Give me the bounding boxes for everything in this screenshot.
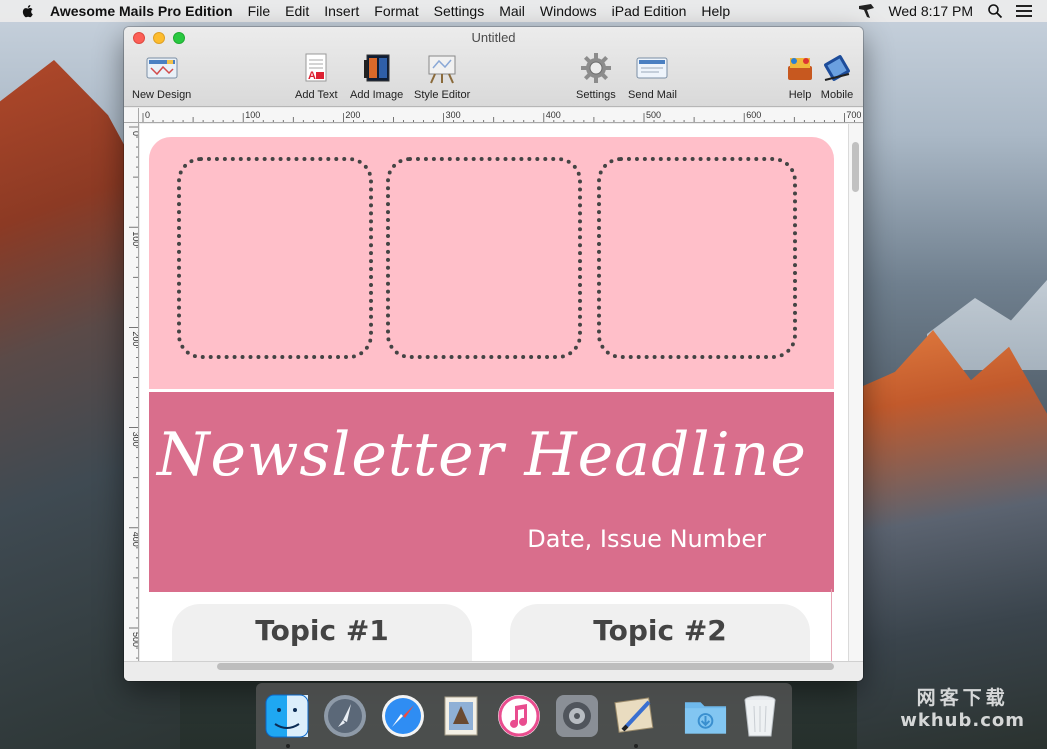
finder-running-indicator — [286, 743, 290, 748]
menu-windows[interactable]: Windows — [540, 3, 597, 19]
dock — [256, 683, 792, 749]
add-text-button[interactable]: A Add Text — [295, 51, 338, 101]
gear-icon — [579, 51, 613, 85]
watermark-en: wkhub.com — [900, 710, 1025, 731]
newsletter-headline[interactable]: Newsletter Headline — [157, 420, 807, 490]
vertical-scrollbar[interactable] — [848, 124, 863, 661]
mobile-button[interactable]: Mobile — [820, 51, 854, 101]
style-editor-icon — [425, 51, 459, 85]
menu-extras: Wed 8:17 PM — [858, 0, 1047, 22]
menu-format[interactable]: Format — [374, 3, 418, 19]
topic-1-header[interactable]: Topic #1 — [172, 604, 472, 661]
ruler-corner — [124, 108, 139, 123]
menu-ipad-edition[interactable]: iPad Edition — [612, 3, 687, 19]
image-placeholder-3[interactable] — [597, 157, 797, 359]
new-design-button[interactable]: New Design — [132, 51, 191, 101]
system-preferences-icon[interactable] — [555, 694, 599, 739]
settings-button[interactable]: Settings — [576, 51, 616, 101]
ruler-label: 500 — [131, 632, 139, 647]
settings-label: Settings — [576, 89, 616, 101]
menu-settings[interactable]: Settings — [434, 3, 485, 19]
help-button[interactable]: Help — [783, 51, 817, 101]
add-image-label: Add Image — [350, 89, 404, 101]
add-text-icon: A — [299, 51, 333, 85]
ruler-label: 100 — [245, 110, 260, 120]
horizontal-scrollbar[interactable] — [140, 661, 848, 673]
ruler-label: 300 — [131, 432, 139, 447]
style-editor-label: Style Editor — [414, 89, 471, 101]
downloads-folder-icon[interactable] — [683, 694, 728, 739]
ruler-label: 700 — [846, 110, 861, 120]
window-toolbar: Untitled New Design A Add Text Add Image… — [124, 27, 863, 107]
spotlight-search-icon[interactable] — [987, 3, 1003, 19]
headline-block[interactable]: Newsletter Headline Date, Issue Number — [149, 392, 834, 592]
date-issue-number[interactable]: Date, Issue Number — [527, 525, 766, 553]
vertical-ruler: 0 100 200 300 400 500 — [124, 123, 139, 661]
ruler-label: 300 — [446, 110, 461, 120]
ruler-label: 400 — [546, 110, 561, 120]
ruler-label: 600 — [746, 110, 761, 120]
watermark: 网客下载 wkhub.com — [900, 683, 1025, 731]
horizontal-ruler: 0 100 200 300 400 500 600 700 — [139, 108, 863, 123]
watermark-zh: 网客下载 — [916, 687, 1009, 709]
horizontal-scroll-thumb[interactable] — [217, 663, 834, 670]
apple-menu-icon[interactable] — [20, 3, 36, 19]
ruler-label: 0 — [145, 110, 150, 120]
app-window: Untitled New Design A Add Text Add Image… — [124, 27, 863, 681]
menu-file[interactable]: File — [248, 3, 271, 19]
menu-edit[interactable]: Edit — [285, 3, 309, 19]
send-mail-icon — [635, 51, 669, 85]
image-placeholder-1[interactable] — [177, 157, 373, 359]
topic-2-header[interactable]: Topic #2 — [510, 604, 810, 661]
block-border — [831, 589, 832, 661]
trash-icon[interactable] — [742, 694, 778, 739]
app-menu[interactable]: Awesome Mails Pro Edition — [50, 3, 233, 19]
menu-help[interactable]: Help — [701, 3, 730, 19]
header-block[interactable] — [149, 137, 834, 389]
window-title: Untitled — [471, 30, 516, 45]
awesome-mails-running-indicator — [634, 743, 638, 748]
mobile-device-icon — [820, 51, 854, 85]
new-design-icon — [145, 51, 179, 85]
ruler-label: 200 — [131, 331, 139, 346]
new-design-label: New Design — [132, 89, 192, 101]
menu-clock[interactable]: Wed 8:17 PM — [888, 3, 973, 19]
menu-insert[interactable]: Insert — [324, 3, 359, 19]
finder-icon[interactable] — [265, 694, 309, 748]
menu-bar: Awesome Mails Pro Edition File Edit Inse… — [0, 0, 1047, 22]
itunes-icon[interactable] — [497, 694, 541, 739]
image-placeholder-2[interactable] — [386, 157, 582, 359]
help-label: Help — [788, 89, 812, 101]
menu-mail[interactable]: Mail — [499, 3, 525, 19]
style-editor-button[interactable]: Style Editor — [414, 51, 470, 101]
add-text-label: Add Text — [295, 89, 338, 101]
design-canvas[interactable]: Newsletter Headline Date, Issue Number T… — [140, 124, 848, 661]
ruler-label: 400 — [131, 532, 139, 547]
add-image-button[interactable]: Add Image — [350, 51, 403, 101]
svg-text:A: A — [308, 70, 316, 82]
send-mail-label: Send Mail — [628, 89, 677, 101]
awesome-mails-icon[interactable] — [613, 694, 657, 748]
safari-icon[interactable] — [381, 694, 425, 739]
screen-capture-icon[interactable] — [858, 3, 876, 19]
ruler-label: 100 — [131, 231, 139, 246]
mail-icon[interactable] — [439, 694, 483, 739]
ruler-label: 200 — [345, 110, 360, 120]
help-icon — [783, 51, 817, 85]
add-image-icon — [360, 51, 394, 85]
vertical-scroll-thumb[interactable] — [852, 142, 859, 192]
ruler-label: 500 — [646, 110, 661, 120]
launchpad-icon[interactable] — [323, 694, 367, 739]
ruler-label: 0 — [131, 131, 139, 136]
mobile-label: Mobile — [820, 89, 854, 101]
notification-center-icon[interactable] — [1015, 4, 1033, 18]
send-mail-button[interactable]: Send Mail — [628, 51, 677, 101]
